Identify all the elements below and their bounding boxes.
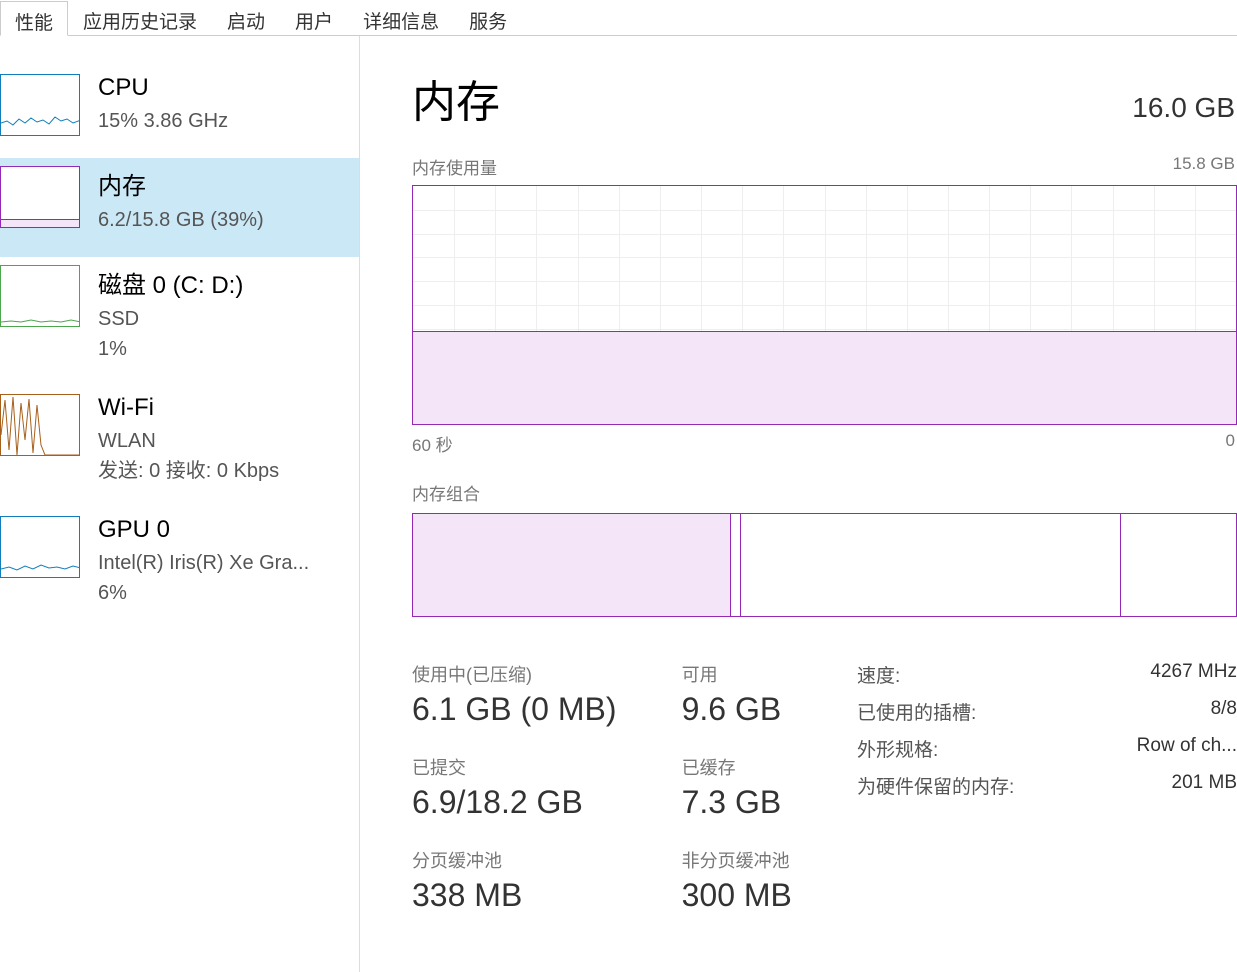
sidebar-wifi-sub1: WLAN [98, 426, 279, 456]
usage-label: 内存使用量 [412, 154, 497, 179]
tab-users[interactable]: 用户 [280, 0, 348, 35]
stat-paged: 分页缓冲池 338 MB [412, 847, 642, 914]
tab-performance[interactable]: 性能 [0, 1, 68, 36]
sidebar-item-gpu[interactable]: GPU 0 Intel(R) Iris(R) Xe Gra... 6% [0, 508, 359, 630]
stat-committed: 已提交 6.9/18.2 GB [412, 754, 642, 821]
sidebar-wifi-title: Wi-Fi [98, 394, 279, 422]
main-panel: 内存 16.0 GB 内存使用量 15.8 GB [360, 36, 1237, 972]
tab-services[interactable]: 服务 [454, 0, 522, 35]
memory-usage-chart [412, 185, 1237, 425]
sidebar-cpu-title: CPU [98, 74, 228, 102]
stat-cached: 已缓存 7.3 GB [682, 754, 817, 821]
spec-form: 外形规格: Row of ch... [857, 735, 1237, 762]
sidebar-item-cpu[interactable]: CPU 15% 3.86 GHz [0, 66, 359, 158]
memory-composition-chart [412, 513, 1237, 617]
sidebar-wifi-sub2: 发送: 0 接收: 0 Kbps [98, 456, 279, 486]
composition-label: 内存组合 [412, 480, 1237, 505]
memory-thumb-chart [0, 166, 80, 228]
sidebar-memory-title: 内存 [98, 166, 264, 201]
tab-details[interactable]: 详细信息 [348, 0, 454, 35]
spec-speed: 速度: 4267 MHz [857, 661, 1237, 688]
sidebar-disk-sub1: SSD [98, 304, 243, 334]
spec-reserved: 为硬件保留的内存: 201 MB [857, 772, 1237, 799]
stat-nonpaged: 非分页缓冲池 300 MB [682, 847, 817, 914]
xaxis-left: 60 秒 [412, 431, 453, 456]
main-total: 16.0 GB [1132, 92, 1235, 124]
usage-max: 15.8 GB [1173, 154, 1235, 179]
main-title: 内存 [412, 66, 500, 130]
wifi-thumb-chart [0, 394, 80, 456]
stat-available: 可用 9.6 GB [682, 661, 817, 728]
sidebar-cpu-subtitle: 15% 3.86 GHz [98, 106, 228, 136]
gpu-thumb-chart [0, 516, 80, 578]
disk-thumb-chart [0, 265, 80, 327]
stat-inuse: 使用中(已压缩) 6.1 GB (0 MB) [412, 661, 642, 728]
sidebar-item-wifi[interactable]: Wi-Fi WLAN 发送: 0 接收: 0 Kbps [0, 386, 359, 508]
tab-startup[interactable]: 启动 [212, 0, 280, 35]
sidebar-gpu-sub2: 6% [98, 578, 309, 608]
sidebar-disk-title: 磁盘 0 (C: D:) [98, 265, 243, 300]
sidebar-item-disk[interactable]: 磁盘 0 (C: D:) SSD 1% [0, 257, 359, 386]
sidebar-memory-subtitle: 6.2/15.8 GB (39%) [98, 205, 264, 235]
tab-app-history[interactable]: 应用历史记录 [68, 0, 212, 35]
sidebar-disk-sub2: 1% [98, 334, 243, 364]
tabs-bar: 性能 应用历史记录 启动 用户 详细信息 服务 [0, 0, 1237, 36]
xaxis-right: 0 [1226, 431, 1235, 456]
sidebar-gpu-sub1: Intel(R) Iris(R) Xe Gra... [98, 548, 309, 578]
spec-slots: 已使用的插槽: 8/8 [857, 698, 1237, 725]
cpu-thumb-chart [0, 74, 80, 136]
sidebar-item-memory[interactable]: 内存 6.2/15.8 GB (39%) [0, 158, 359, 257]
sidebar: CPU 15% 3.86 GHz 内存 6.2/15.8 GB (39%) 磁盘… [0, 36, 360, 972]
sidebar-gpu-title: GPU 0 [98, 516, 309, 544]
